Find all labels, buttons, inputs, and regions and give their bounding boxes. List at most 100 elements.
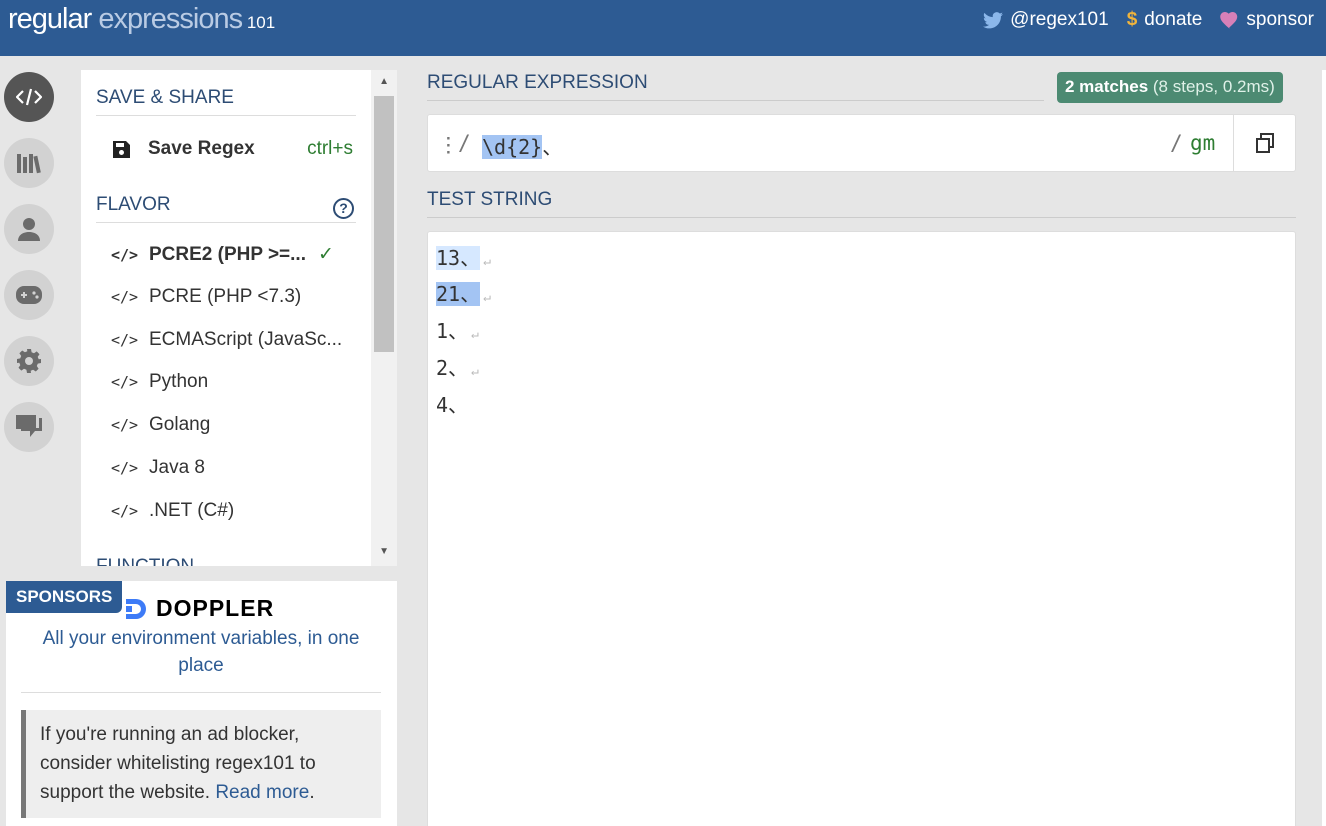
code-tag-icon: </>	[111, 245, 139, 264]
library-icon	[17, 154, 41, 174]
regex-editor-icon	[16, 88, 42, 106]
regex-pattern: \d{2}	[482, 135, 543, 159]
flavor-item-golang[interactable]: </> Golang	[111, 414, 210, 436]
test-line-text: 2、	[436, 356, 469, 380]
logo-text-regular: regular	[8, 3, 92, 35]
regex-flags[interactable]: gm	[1190, 131, 1215, 155]
flavor-item-java8[interactable]: </> Java 8	[111, 457, 205, 479]
flavor-help-icon[interactable]: ?	[333, 198, 354, 219]
main-editor: REGULAR EXPRESSION 2 matches (8 steps, 0…	[411, 56, 1326, 826]
test-string-editor[interactable]: 13、 ↵ 21、 ↵ 1、 ↵ 2、 ↵ 4、	[427, 231, 1296, 826]
save-regex-label: Save Regex	[148, 138, 255, 159]
match-info-badge: 2 matches (8 steps, 0.2ms)	[1057, 72, 1283, 103]
sponsor-divider	[21, 692, 381, 693]
sponsors-box: SPONSORS DOPPLER All your environment va…	[6, 581, 397, 826]
flavor-item-ecmascript[interactable]: </> ECMAScript (JavaSc...	[111, 329, 342, 351]
function-heading: FUNCTION	[96, 556, 356, 566]
top-header: regular expressions 101 @regex101 $ dona…	[0, 0, 1326, 56]
doppler-logo[interactable]: DOPPLER	[124, 595, 274, 622]
test-line: 13、 ↵	[436, 240, 491, 276]
scroll-up-arrow-icon[interactable]: ▲	[379, 76, 389, 87]
scroll-down-arrow-icon[interactable]: ▼	[379, 546, 389, 557]
match-count: 2 matches	[1065, 77, 1149, 96]
doppler-brand-text: DOPPLER	[156, 595, 275, 621]
donate-link[interactable]: $ donate	[1127, 9, 1203, 31]
quiz-icon	[16, 286, 42, 304]
regex-heading: REGULAR EXPRESSION	[427, 72, 1044, 101]
copy-icon	[1255, 133, 1274, 153]
newline-icon: ↵	[483, 290, 491, 305]
code-tag-icon: </>	[111, 502, 139, 520]
logo-text-101: 101	[242, 13, 276, 32]
delimiter-menu-icon[interactable]: · · ·	[446, 130, 452, 161]
sponsor-tagline[interactable]: All your environment variables, in one p…	[36, 625, 366, 679]
test-line-text: 1、	[436, 319, 469, 343]
save-shortcut: ctrl+s	[307, 138, 353, 159]
open-delimiter[interactable]: /	[458, 131, 471, 155]
newline-icon: ↵	[483, 254, 491, 269]
sponsors-tag: SPONSORS	[6, 581, 123, 613]
dollar-icon: $	[1126, 9, 1138, 30]
save-regex-button[interactable]: Save Regex ctrl+s	[113, 138, 353, 160]
save-share-heading: SAVE & SHARE	[96, 87, 356, 116]
adblock-notice: If you're running an ad blocker, conside…	[21, 710, 381, 818]
regex-input[interactable]: \d{2}、	[482, 131, 562, 160]
flavor-label: Java 8	[149, 457, 205, 478]
test-line: 1、 ↵	[436, 313, 479, 349]
right-panel-edge	[1322, 70, 1326, 826]
flavor-label: PCRE2 (PHP >=...	[149, 243, 306, 265]
heart-icon	[1220, 11, 1238, 29]
library-button[interactable]	[4, 138, 54, 188]
settings-button[interactable]	[4, 336, 54, 386]
test-string-heading: TEST STRING	[427, 189, 1296, 218]
twitter-icon	[983, 11, 1004, 28]
code-tag-icon: </>	[111, 373, 139, 391]
test-line: 4、	[436, 387, 468, 423]
account-button[interactable]	[4, 204, 54, 254]
match-highlight: 13、	[436, 246, 481, 270]
flavor-label: .NET (C#)	[149, 500, 235, 521]
sponsor-link[interactable]: sponsor	[1220, 9, 1314, 31]
twitter-link[interactable]: @regex101	[983, 9, 1109, 31]
code-tag-icon: </>	[111, 288, 139, 306]
match-steps: (8 steps, 0.2ms)	[1148, 77, 1275, 96]
community-button[interactable]	[4, 402, 54, 452]
donate-link-label: donate	[1144, 9, 1203, 30]
test-line-text: 4、	[436, 393, 469, 417]
close-delimiter: /	[1170, 131, 1183, 155]
quiz-button[interactable]	[4, 270, 54, 320]
account-icon	[18, 218, 40, 241]
floppy-disk-icon	[113, 140, 130, 158]
regex-editor-button[interactable]	[4, 72, 54, 122]
code-tag-icon: </>	[111, 459, 139, 477]
copy-button[interactable]	[1233, 115, 1295, 171]
flavor-label: Python	[149, 371, 209, 392]
community-icon	[16, 415, 42, 437]
flavor-label: PCRE (PHP <7.3)	[149, 286, 302, 307]
code-tag-icon: </>	[111, 416, 139, 434]
test-line: 21、 ↵	[436, 276, 491, 312]
flavor-label: Golang	[149, 414, 211, 435]
read-more-link[interactable]: Read more	[215, 782, 309, 803]
flavor-item-pcre[interactable]: </> PCRE (PHP <7.3)	[111, 286, 301, 308]
flavor-item-python[interactable]: </> Python	[111, 371, 208, 393]
site-logo[interactable]: regular expressions 101	[8, 3, 275, 36]
code-tag-icon: </>	[111, 331, 139, 349]
newline-icon: ↵	[471, 364, 479, 379]
header-links: @regex101 $ donate sponsor	[983, 9, 1314, 31]
sidebar-panel: SAVE & SHARE Save Regex ctrl+s FLAVOR ? …	[81, 70, 397, 566]
flavor-item-dotnet[interactable]: </> .NET (C#)	[111, 500, 234, 522]
settings-icon	[17, 349, 41, 373]
twitter-link-label: @regex101	[1010, 9, 1109, 30]
checkmark-icon: ✓	[318, 244, 334, 265]
flavor-item-pcre2[interactable]: </> PCRE2 (PHP >=... ✓	[111, 243, 334, 266]
match-highlight: 21、	[436, 282, 481, 306]
test-line: 2、 ↵	[436, 350, 479, 386]
flavor-label: ECMAScript (JavaSc...	[149, 329, 343, 350]
doppler-logo-icon	[126, 598, 146, 619]
newline-icon: ↵	[471, 327, 479, 342]
regex-input-box[interactable]: · · · / \d{2}、 / gm	[427, 114, 1296, 172]
panel-scrollbar-thumb[interactable]	[374, 96, 394, 352]
flavor-heading: FLAVOR	[96, 194, 356, 223]
regex-pattern-tail: 、	[542, 135, 563, 159]
